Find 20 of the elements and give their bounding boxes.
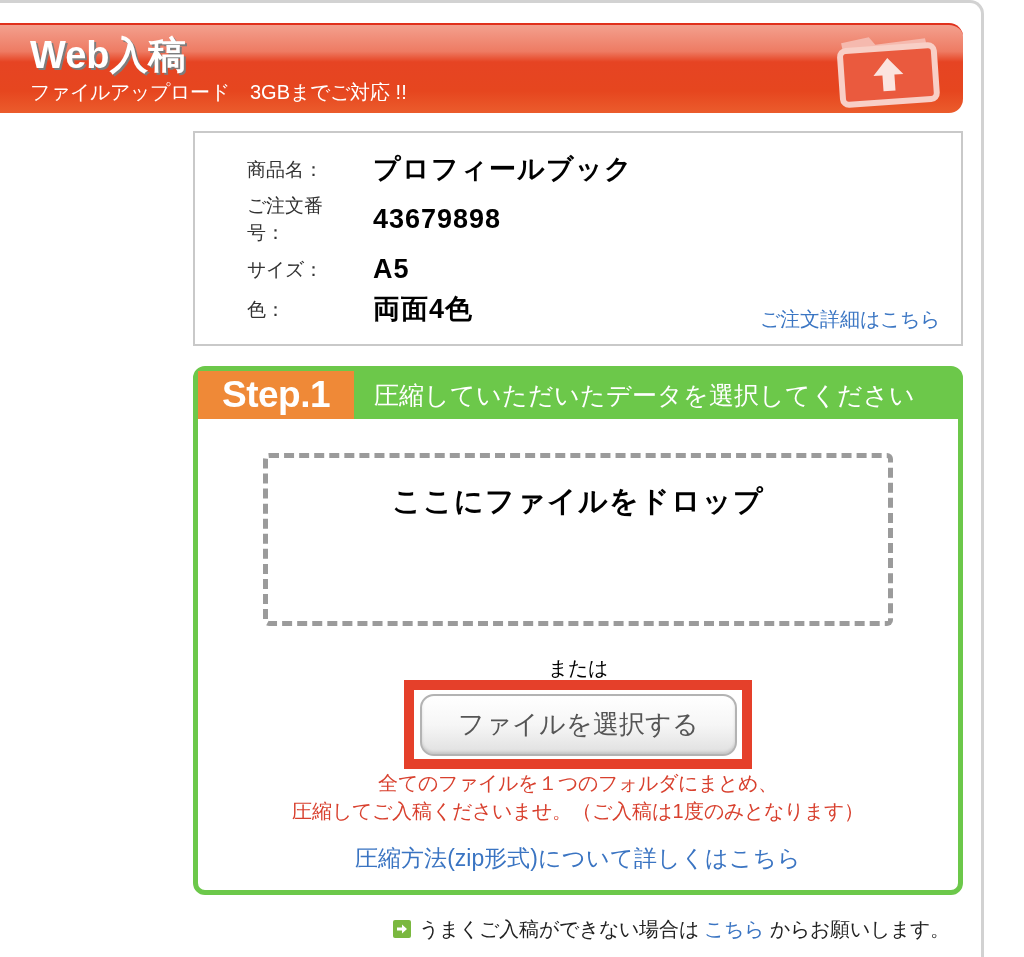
field-label: 商品名：	[247, 157, 324, 182]
file-drop-zone[interactable]: ここにファイルをドロップ	[263, 453, 893, 626]
step-badge: Step.1	[198, 371, 354, 419]
field-value: A5	[373, 253, 410, 286]
step-title: 圧縮していただいたデータを選択してください	[374, 380, 915, 411]
choose-file-button[interactable]: ファイルを選択する	[419, 693, 737, 756]
instruction-note: 全てのファイルを１つのフォルダにまとめ、 圧縮してご入稿くださいませ。（ご入稿は1度のみとなります）	[292, 771, 864, 824]
field-label: 色：	[247, 297, 286, 322]
field-value: 43679898	[373, 203, 502, 236]
field-value: 両面4色	[373, 293, 474, 326]
order-details-link[interactable]: ご注文詳細はこちら	[760, 307, 940, 331]
field-value: プロフィールブック	[373, 153, 633, 186]
or-label: または	[548, 656, 608, 680]
page-title: Web入稿	[30, 34, 187, 76]
help-message: うまくご入稿ができない場合は こちら からお願いします。	[418, 917, 950, 942]
page-subtitle: ファイルアップロード 3GBまでご対応 !!	[30, 80, 407, 104]
field-label: ご注文番号：	[247, 194, 324, 245]
zip-help-link[interactable]: 圧縮方法(zip形式)について詳しくはこちら	[355, 843, 801, 873]
contact-link[interactable]: こちら	[704, 918, 765, 940]
field-label: サイズ：	[247, 257, 324, 282]
